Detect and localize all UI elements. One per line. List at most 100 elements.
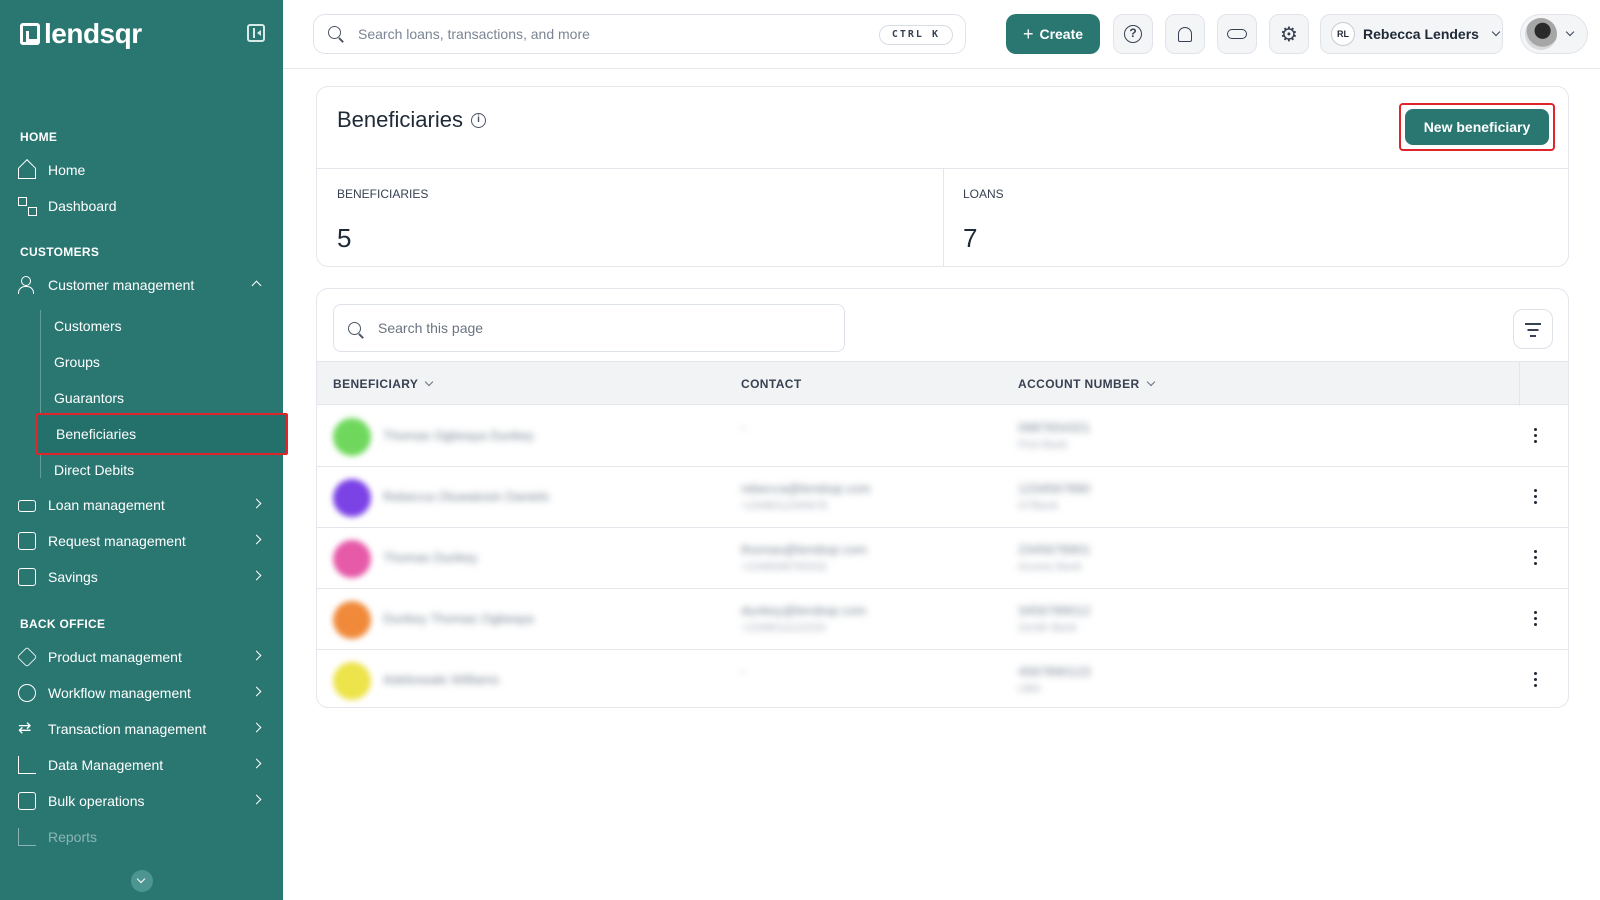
row-actions-icon[interactable] (1527, 548, 1543, 568)
info-icon[interactable]: i (470, 112, 486, 128)
app-logo[interactable]: lendsqr (20, 18, 142, 50)
column-header-account-number[interactable]: ACCOUNT NUMBER (1018, 377, 1155, 391)
user-initials: RL (1331, 22, 1355, 46)
contact-secondary: +2348098765432 (741, 561, 827, 573)
settings-button[interactable]: ⚙ (1269, 14, 1309, 54)
filter-icon (1530, 335, 1536, 337)
filter-icon (1525, 323, 1541, 325)
account-bank: UBA (1018, 683, 1041, 695)
sidebar-item-transaction-management[interactable]: ⇄ Transaction management (18, 714, 268, 744)
create-button-label: Create (1039, 26, 1084, 42)
sidebar: lendsqr HOME Home Dashboard CUSTOMERS Cu… (0, 0, 288, 900)
sidebar-item-reports[interactable]: Reports (18, 822, 268, 852)
row-actions-icon[interactable] (1527, 670, 1543, 690)
user-name: Rebecca Lenders (1363, 26, 1479, 42)
table-row[interactable]: Thomas Ogbeaya Dunkey - 0987654321 First Ba… (317, 406, 1568, 467)
sidebar-item-savings[interactable]: Savings (18, 562, 268, 592)
chevron-down-icon (1146, 377, 1155, 387)
filter-button[interactable] (1513, 309, 1553, 349)
sidebar-item-workflow-management[interactable]: Workflow management (18, 678, 268, 708)
contact-primary: rebecca@lendsqr.com (741, 481, 871, 496)
beneficiary-name: Dunkey Thomas Ogbeaya (383, 611, 534, 626)
stat-label-loans: LOANS (963, 187, 1004, 201)
gear-icon: ⚙ (1280, 23, 1298, 46)
sidebar-item-dashboard[interactable]: Dashboard (18, 191, 268, 221)
sidebar-item-label: Loan management (48, 497, 165, 513)
loan-icon (18, 500, 36, 512)
sidebar-item-loan-management[interactable]: Loan management (18, 490, 268, 520)
contact-secondary: +2348012345678 (741, 500, 827, 512)
logo-mark-icon (20, 23, 40, 45)
page-search-input[interactable] (378, 320, 798, 336)
page-search[interactable] (333, 304, 845, 352)
global-search[interactable]: CTRL K (313, 14, 966, 54)
account-bank: GTBank (1018, 500, 1059, 512)
beneficiary-name: Rebecca Oluwatosin Daniels (383, 489, 550, 504)
account-bank: First Bank (1018, 439, 1068, 451)
beneficiaries-table-card: BENEFICIARY CONTACT ACCOUNT NUMBER Thoma… (316, 288, 1569, 708)
chevron-right-icon (251, 722, 262, 733)
sidebar-item-label: Data Management (48, 757, 164, 773)
sidebar-subitem-beneficiaries[interactable]: Beneficiaries (36, 413, 288, 455)
sidebar-scroll-down-icon[interactable] (131, 870, 153, 892)
sidebar-item-home[interactable]: Home (18, 155, 268, 185)
table-row[interactable]: Dunkey Thomas Ogbeaya dunkey@lendsqr.com +… (317, 589, 1568, 650)
section-title-home: HOME (20, 130, 58, 144)
sidebar-item-bulk-operations[interactable]: Bulk operations (18, 786, 268, 816)
chevron-right-icon (251, 794, 262, 805)
account-number: 1234567890 (1018, 481, 1091, 496)
sidebar-item-label: Dashboard (48, 198, 117, 214)
profile-menu[interactable] (1520, 14, 1588, 54)
column-header-label: BENEFICIARY (333, 377, 419, 391)
table-row[interactable]: Rebecca Oluwatosin Daniels rebecca@lendsq… (317, 467, 1568, 528)
stat-value-loans: 7 (963, 223, 978, 253)
box-icon (16, 646, 38, 668)
plus-icon: + (1022, 23, 1034, 44)
dashboard-icon (18, 197, 37, 216)
notifications-button[interactable] (1165, 14, 1205, 54)
avatar (1525, 18, 1557, 50)
sidebar-collapse-icon[interactable] (247, 24, 265, 42)
sidebar-item-label: Request management (48, 533, 186, 549)
table-row[interactable]: Adebowale Williams - 4567890123 UBA (317, 650, 1568, 711)
user-menu[interactable]: RL Rebecca Lenders (1320, 14, 1503, 54)
new-beneficiary-highlight: New beneficiary (1399, 103, 1555, 151)
chevron-right-icon (251, 686, 262, 697)
section-title-customers: CUSTOMERS (20, 245, 100, 259)
sidebar-item-data-management[interactable]: Data Management (18, 750, 268, 780)
beneficiary-avatar (333, 662, 371, 700)
row-actions-icon[interactable] (1527, 609, 1543, 629)
row-actions-icon[interactable] (1527, 426, 1543, 446)
account-number: 2345678901 (1018, 542, 1091, 557)
row-actions-icon[interactable] (1527, 487, 1543, 507)
new-beneficiary-button[interactable]: New beneficiary (1405, 109, 1549, 145)
chevron-right-icon (251, 534, 262, 545)
sidebar-item-request-management[interactable]: Request management (18, 526, 268, 556)
help-button[interactable]: ? (1113, 14, 1153, 54)
create-button[interactable]: + Create (1006, 14, 1100, 54)
chevron-right-icon (251, 498, 262, 509)
sidebar-item-customer-management[interactable]: Customer management (18, 270, 268, 300)
sidebar-subitem-direct-debits[interactable]: Direct Debits (54, 458, 134, 482)
divider (943, 168, 944, 267)
sidebar-subitem-guarantors[interactable]: Guarantors (54, 386, 124, 410)
sidebar-item-label: Customer management (48, 277, 195, 293)
top-bar: CTRL K + Create ? ⚙ RL Rebecca Lenders (283, 0, 1600, 69)
column-header-beneficiary[interactable]: BENEFICIARY (333, 377, 434, 391)
global-search-input[interactable] (358, 26, 878, 42)
page-title-text: Beneficiaries (337, 107, 463, 132)
chevron-down-icon (1565, 27, 1575, 37)
sidebar-subitem-groups[interactable]: Groups (54, 350, 100, 374)
beneficiary-avatar (333, 479, 371, 517)
page-title: Beneficiaries i (337, 107, 486, 133)
link-button[interactable] (1217, 14, 1257, 54)
column-header-label: CONTACT (741, 377, 802, 391)
sidebar-item-product-management[interactable]: Product management (16, 642, 268, 672)
table-row[interactable]: Thomas Dunkey thomas@lendsqr.com +23480987… (317, 528, 1568, 589)
sidebar-subitem-customers[interactable]: Customers (54, 314, 122, 338)
beneficiary-avatar (333, 418, 371, 456)
tray-icon (18, 792, 36, 810)
table-header: BENEFICIARY CONTACT ACCOUNT NUMBER (317, 361, 1568, 406)
sidebar-item-label: Transaction management (48, 721, 207, 737)
account-bank: Access Bank (1018, 561, 1082, 573)
